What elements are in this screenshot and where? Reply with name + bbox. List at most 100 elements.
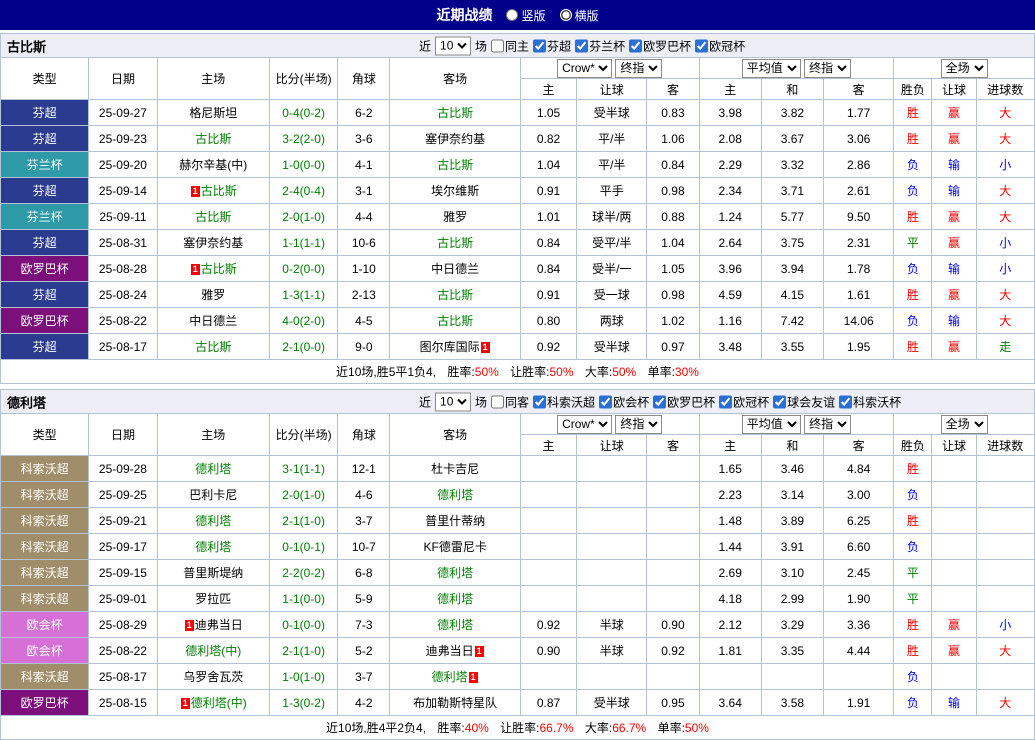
same-venue-filter[interactable]: 同客 bbox=[491, 393, 529, 410]
league-filter[interactable]: 欧会杯 bbox=[599, 393, 649, 410]
corners-cell: 6-2 bbox=[337, 99, 391, 126]
summary-label: 胜率: bbox=[437, 721, 465, 735]
bookmaker-select[interactable]: Crow* bbox=[557, 58, 613, 78]
league-filter[interactable]: 球会友谊 bbox=[773, 393, 835, 410]
league-filter[interactable]: 芬超 bbox=[533, 37, 571, 54]
same-venue-checkbox[interactable] bbox=[491, 39, 505, 52]
subheader-goals: 进球数 bbox=[975, 78, 1035, 100]
away-team-cell: 德利塔 bbox=[389, 585, 521, 612]
match-row: 科索沃超 25-09-28 德利塔 3-1(1-1) 12-1 杜卡吉尼 1.65 3.46 4… bbox=[0, 455, 1035, 482]
goals-result-cell: 小 bbox=[975, 611, 1035, 638]
handicap-result-cell: 赢 bbox=[931, 637, 977, 664]
subheader-away-odds: 客 bbox=[646, 434, 700, 456]
recent-count-select[interactable]: 10 bbox=[435, 392, 472, 411]
home-odds-cell: 0.82 bbox=[519, 125, 578, 152]
team-label: 雅罗 bbox=[201, 288, 226, 302]
league-cell: 科索沃超 bbox=[0, 585, 90, 612]
league-checkbox[interactable] bbox=[599, 395, 613, 408]
games-label: 场 bbox=[475, 39, 488, 53]
away-team-cell: 布加勒斯特星队 bbox=[389, 689, 521, 716]
avg-draw-odds-cell: 3.89 bbox=[760, 507, 825, 534]
avg-stage-select[interactable]: 终指 bbox=[804, 58, 852, 78]
wdl-result-cell: 负 bbox=[893, 663, 933, 690]
score-cell: 1-1(0-0) bbox=[268, 585, 339, 612]
subheader-avg-home: 主 bbox=[698, 434, 762, 456]
recent-count-select[interactable]: 10 bbox=[435, 36, 472, 55]
bookmaker-select[interactable]: Crow* bbox=[557, 414, 613, 434]
date-cell: 25-08-28 bbox=[88, 255, 158, 282]
vertical-layout-radio[interactable] bbox=[506, 9, 519, 21]
summary-value: 50% bbox=[612, 365, 637, 379]
avg-home-odds-cell: 2.64 bbox=[698, 229, 762, 256]
league-filter[interactable]: 科索沃超 bbox=[533, 393, 595, 410]
date-cell: 25-08-31 bbox=[88, 229, 158, 256]
avg-draw-odds-cell: 3.58 bbox=[760, 689, 825, 716]
match-row: 科索沃超 25-09-25 巴利卡尼 2-0(1-0) 4-6 德利塔 2.23 3.14 3.… bbox=[0, 481, 1035, 508]
away-odds-cell bbox=[646, 663, 700, 690]
date-cell: 25-08-17 bbox=[88, 333, 158, 360]
avg-away-odds-cell: 2.61 bbox=[823, 177, 895, 204]
summary-label: 胜率: bbox=[447, 365, 475, 379]
wdl-result-cell: 负 bbox=[893, 689, 933, 716]
team-label: 古比斯 bbox=[437, 106, 474, 120]
handicap-result-cell: 赢 bbox=[931, 125, 977, 152]
score-cell: 1-3(1-1) bbox=[268, 281, 339, 308]
date-cell: 25-09-27 bbox=[88, 99, 158, 126]
league-checkbox[interactable] bbox=[653, 395, 667, 408]
home-team-cell: 1 德利塔(中) bbox=[156, 689, 271, 716]
team-label: 德利塔 bbox=[437, 592, 474, 606]
handicap-cell bbox=[576, 507, 648, 534]
score-cell: 2-2(0-2) bbox=[268, 559, 339, 586]
league-checkbox[interactable] bbox=[695, 39, 709, 52]
score-cell: 4-0(2-0) bbox=[268, 307, 339, 334]
league-filter[interactable]: 欧罗巴杯 bbox=[653, 393, 715, 410]
average-select[interactable]: 平均值 bbox=[741, 414, 801, 434]
league-checkbox[interactable] bbox=[575, 39, 589, 52]
avg-home-odds-cell: 2.34 bbox=[698, 177, 762, 204]
away-odds-cell: 0.95 bbox=[646, 689, 700, 716]
average-select[interactable]: 平均值 bbox=[741, 58, 801, 78]
handicap-cell: 平手 bbox=[576, 177, 648, 204]
odds-stage-select[interactable]: 终指 bbox=[615, 58, 663, 78]
fulltime-select[interactable]: 全场 bbox=[940, 414, 988, 434]
league-checkbox[interactable] bbox=[773, 395, 787, 408]
avg-stage-select[interactable]: 终指 bbox=[804, 414, 852, 434]
odds-stage-select[interactable]: 终指 bbox=[615, 414, 663, 434]
league-checkbox[interactable] bbox=[533, 39, 547, 52]
league-checkbox[interactable] bbox=[629, 39, 643, 52]
same-venue-filter[interactable]: 同主 bbox=[491, 37, 529, 54]
handicap-cell: 半球 bbox=[576, 611, 648, 638]
score-cell: 2-4(0-4) bbox=[268, 177, 339, 204]
league-filter[interactable]: 欧冠杯 bbox=[719, 393, 769, 410]
league-checkbox[interactable] bbox=[719, 395, 733, 408]
league-filter[interactable]: 科索沃杯 bbox=[839, 393, 901, 410]
league-filter[interactable]: 欧冠杯 bbox=[695, 37, 745, 54]
same-venue-checkbox[interactable] bbox=[491, 395, 505, 408]
league-cell: 科索沃超 bbox=[0, 507, 90, 534]
wdl-result-cell: 负 bbox=[893, 307, 933, 334]
avg-home-odds-cell: 2.29 bbox=[698, 151, 762, 178]
filter-controls: 近 10 场 同客 科索沃超 欧会杯 欧罗巴杯 欧冠杯 球会友谊 科索沃杯 bbox=[419, 392, 901, 411]
red-card-badge: 1 bbox=[180, 698, 190, 709]
col-header-date: 日期 bbox=[88, 57, 158, 100]
home-odds-cell: 1.01 bbox=[519, 203, 578, 230]
away-odds-cell: 0.98 bbox=[646, 281, 700, 308]
league-checkbox[interactable] bbox=[533, 395, 547, 408]
layout-option-horizontal[interactable]: 横版 bbox=[559, 7, 599, 24]
handicap-cell: 受半/一 bbox=[576, 255, 648, 282]
avg-away-odds-cell: 14.06 bbox=[823, 307, 895, 334]
corners-cell: 1-10 bbox=[337, 255, 391, 282]
horizontal-layout-radio[interactable] bbox=[559, 9, 572, 21]
avg-away-odds-cell: 1.91 bbox=[823, 689, 895, 716]
league-cell: 科索沃超 bbox=[0, 663, 90, 690]
fulltime-select[interactable]: 全场 bbox=[940, 58, 988, 78]
home-team-cell: 德利塔 bbox=[156, 455, 271, 482]
handicap-cell: 受半球 bbox=[576, 333, 648, 360]
league-checkbox[interactable] bbox=[839, 395, 853, 408]
goals-result-cell bbox=[975, 663, 1035, 690]
layout-option-vertical[interactable]: 竖版 bbox=[506, 7, 546, 24]
league-filter[interactable]: 欧罗巴杯 bbox=[629, 37, 691, 54]
corners-cell: 3-6 bbox=[337, 125, 391, 152]
col-header-away: 客场 bbox=[389, 413, 521, 456]
league-filter[interactable]: 芬兰杯 bbox=[575, 37, 625, 54]
